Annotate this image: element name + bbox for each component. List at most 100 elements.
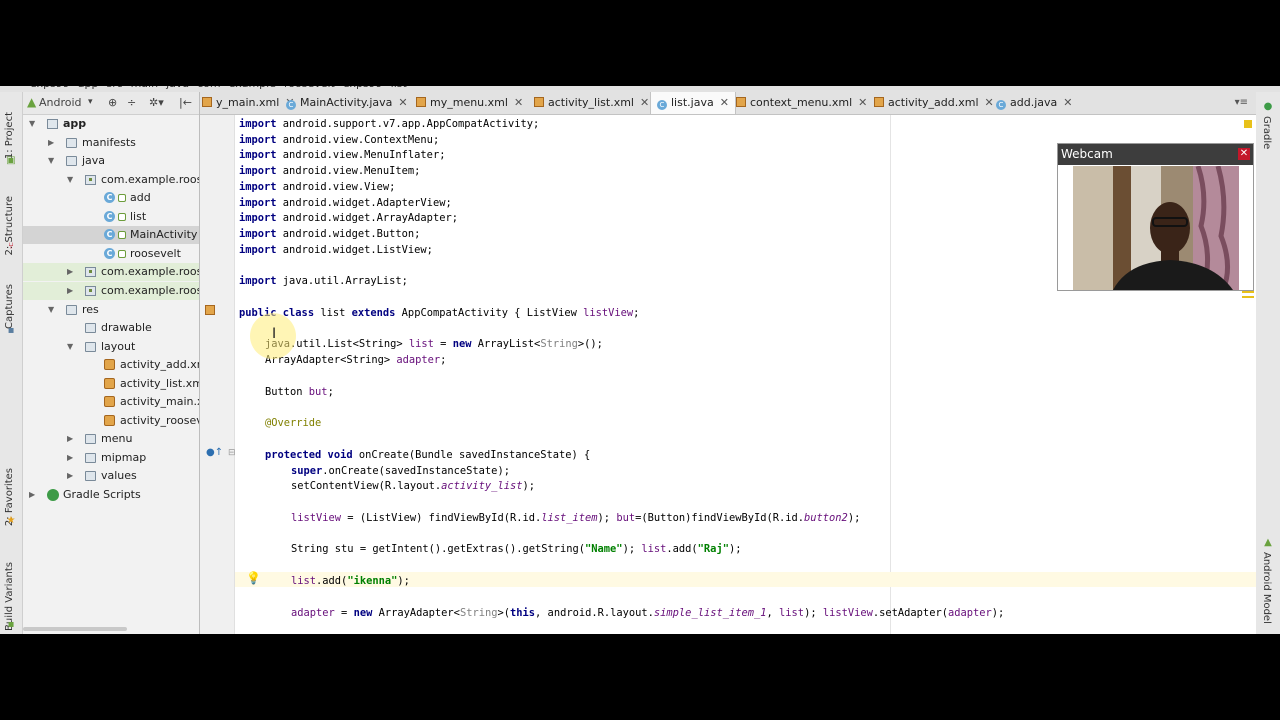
tree-item-activity-add-xml[interactable]: activity_add.xml	[23, 356, 199, 374]
hide-panel-icon[interactable]: |←	[179, 96, 192, 109]
intention-bulb-icon[interactable]: 💡	[246, 571, 261, 585]
project-horizontal-scrollbar[interactable]	[23, 627, 127, 631]
breadcrumb-item[interactable]: exps99	[30, 86, 70, 90]
code-line: import android.view.MenuInflater;	[239, 149, 446, 161]
breadcrumb-item[interactable]: app	[78, 86, 99, 90]
close-tab-icon[interactable]: ✕	[398, 96, 407, 109]
tab-overflow-menu-icon[interactable]: ▾≡	[1235, 92, 1248, 114]
sync-icon[interactable]: ⊕	[108, 96, 117, 109]
collapse-arrow-icon[interactable]: ▶	[29, 486, 35, 504]
webcam-title: Webcam	[1061, 147, 1113, 161]
code-line: adapter = new ArrayAdapter<String>(this,…	[291, 607, 1005, 619]
tree-item-list[interactable]: Clist	[23, 208, 199, 226]
tree-item-add[interactable]: Cadd	[23, 189, 199, 207]
tree-item-manifests[interactable]: ▶ manifests	[23, 134, 199, 152]
tree-item-activity-main-xm[interactable]: activity_main.xm	[23, 393, 199, 411]
webcam-close-button[interactable]: ✕	[1238, 148, 1250, 160]
collapse-arrow-icon[interactable]: ▶	[67, 282, 73, 300]
close-tab-icon[interactable]: ✕	[720, 96, 729, 109]
collapse-arrow-icon[interactable]: ▶	[67, 430, 73, 448]
analysis-status-icon[interactable]	[1244, 120, 1252, 128]
close-tab-icon[interactable]: ✕	[858, 96, 867, 109]
captures-tool-tab[interactable]: Captures	[4, 284, 15, 329]
editor-tab-bar: ▾≡ y_main.xml✕CMainActivity.java✕my_menu…	[200, 92, 1256, 115]
expand-arrow-icon[interactable]: ▼	[67, 171, 73, 189]
webcam-overlay: Webcam ✕	[1057, 143, 1254, 291]
breadcrumb-item[interactable]: list	[391, 86, 407, 90]
tree-item-java[interactable]: ▼ java	[23, 152, 199, 170]
tree-item-menu[interactable]: ▶ menu	[23, 430, 199, 448]
tree-item-activity-list-xml[interactable]: activity_list.xml	[23, 375, 199, 393]
error-stripe-mark[interactable]	[1242, 291, 1254, 293]
settings-gear-icon[interactable]: ✲▾	[149, 96, 164, 109]
xml-file-icon	[104, 359, 115, 371]
expand-arrow-icon[interactable]: ▼	[48, 152, 54, 170]
java-class-icon: C	[104, 229, 115, 241]
gradle-tool-tab[interactable]: Gradle	[1261, 116, 1272, 149]
tree-item-label: drawable	[101, 321, 152, 335]
tree-item-activity-roosevel[interactable]: activity_roosevel	[23, 412, 199, 430]
android-model-tool-tab[interactable]: Android Model	[1261, 552, 1272, 624]
code-line: import java.util.ArrayList;	[239, 275, 408, 287]
breadcrumb-item[interactable]: src	[107, 86, 123, 90]
tree-item-com-example-roosev[interactable]: ▶ com.example.roosev	[23, 281, 199, 300]
breadcrumb-item[interactable]: example	[229, 86, 276, 90]
editor-tab[interactable]: C MainActivity.java ✕	[280, 92, 414, 114]
tree-item-com-example-roosev[interactable]: ▼ com.example.roosev	[23, 171, 199, 189]
editor-tab[interactable]: context_menu.xml ✕	[730, 92, 873, 114]
xml-file-icon	[104, 396, 115, 408]
code-line: setContentView(R.layout.activity_list);	[291, 480, 535, 492]
editor-tab[interactable]: activity_list.xml ✕	[528, 92, 655, 114]
tree-item-roosevelt[interactable]: Croosevelt	[23, 245, 199, 263]
access-lock-icon	[118, 231, 126, 240]
error-stripe-mark[interactable]	[1242, 296, 1254, 298]
webcam-video-feed	[1073, 166, 1239, 290]
project-tool-tab[interactable]: 1: Project	[4, 112, 15, 159]
tree-item-mipmap[interactable]: ▶ mipmap	[23, 449, 199, 467]
close-tab-icon[interactable]: ✕	[1063, 96, 1072, 109]
editor-tab-label: MainActivity.java	[300, 96, 393, 109]
tree-item-label: res	[82, 302, 99, 316]
editor-tab[interactable]: my_menu.xml ✕	[410, 92, 529, 114]
expand-arrow-icon[interactable]: ▼	[48, 301, 54, 319]
editor-tab-label: y_main.xml	[216, 96, 280, 109]
collapse-arrow-icon[interactable]: ▶	[67, 263, 73, 281]
editor-tab[interactable]: Cadd.java ✕	[990, 92, 1078, 114]
editor-tab[interactable]: Clist.java ✕	[650, 92, 736, 114]
collapse-arrow-icon[interactable]: ▶	[67, 449, 73, 467]
webcam-titlebar[interactable]: Webcam ✕	[1058, 144, 1253, 165]
breadcrumb-item[interactable]: roosevelt	[284, 86, 335, 90]
tree-item-label: Gradle Scripts	[63, 488, 141, 501]
chevron-down-icon[interactable]: ▾	[88, 97, 93, 107]
tree-item-values[interactable]: ▶ values	[23, 467, 199, 485]
close-tab-icon[interactable]: ✕	[640, 96, 649, 109]
tree-item-res[interactable]: ▼ res	[23, 301, 199, 319]
collapse-arrow-icon[interactable]: ▶	[48, 134, 54, 152]
override-gutter-icon[interactable]: ●↑	[206, 448, 223, 458]
project-view-selector[interactable]: Android	[39, 96, 82, 109]
folder-icon	[85, 434, 96, 445]
tree-item-com-example-roosev[interactable]: ▶ com.example.roosev	[23, 263, 199, 282]
xml-file-icon	[104, 377, 115, 389]
tree-item-drawable[interactable]: drawable	[23, 319, 199, 337]
code-line: super.onCreate(savedInstanceState);	[291, 465, 510, 477]
breadcrumb-item[interactable]: main	[131, 86, 158, 90]
editor-gutter: ●↑ ⊟	[200, 115, 236, 634]
tree-item-gradle-scripts[interactable]: ▶ Gradle Scripts	[23, 486, 199, 504]
tree-item-layout[interactable]: ▼ layout	[23, 338, 199, 356]
tree-item-app[interactable]: ▼ app	[23, 115, 199, 133]
code-line: public class list extends AppCompatActiv…	[239, 307, 640, 319]
close-tab-icon[interactable]: ✕	[514, 96, 523, 109]
breadcrumb-item[interactable]: java	[166, 86, 189, 90]
collapse-all-icon[interactable]: ÷	[127, 96, 136, 109]
tree-item-mainactivity[interactable]: C MainActivity	[23, 226, 199, 245]
layout-file-gutter-icon[interactable]	[205, 305, 215, 315]
build-variants-icon: ▪	[7, 619, 15, 630]
expand-arrow-icon[interactable]: ▼	[29, 115, 35, 133]
breadcrumb-item[interactable]: com	[197, 86, 221, 90]
code-line: ArrayAdapter<String> adapter;	[265, 354, 447, 366]
expand-arrow-icon[interactable]: ▼	[67, 338, 73, 356]
editor-tab[interactable]: activity_add.xml ✕	[868, 92, 1000, 114]
collapse-arrow-icon[interactable]: ▶	[67, 467, 73, 485]
breadcrumb-item[interactable]: exps99	[343, 86, 383, 90]
